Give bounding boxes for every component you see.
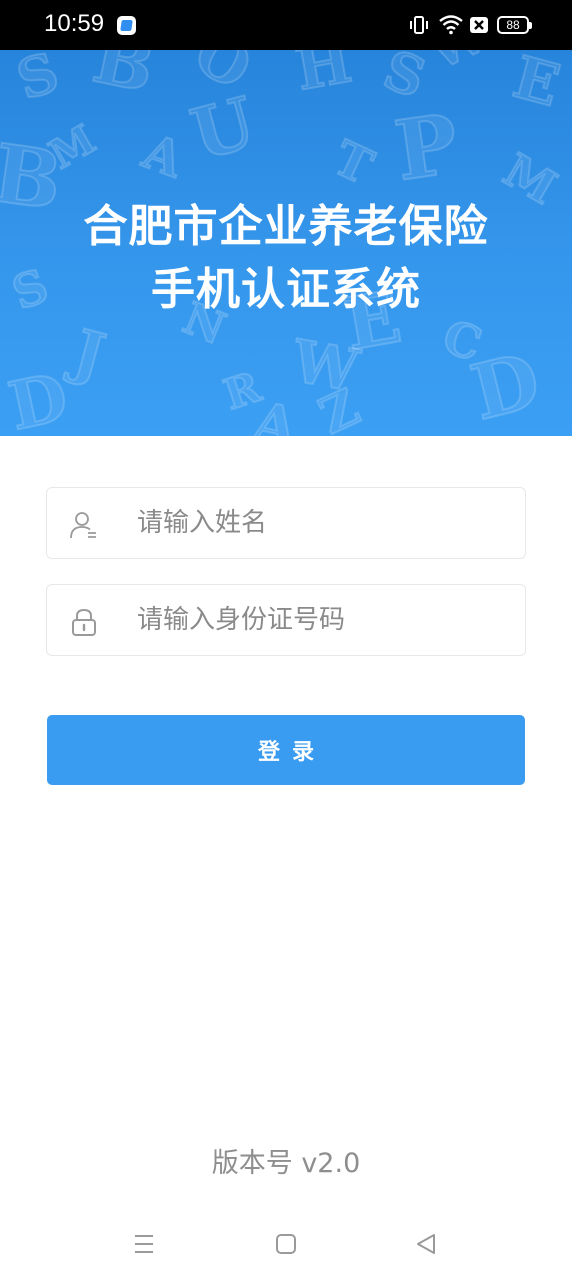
home-icon[interactable]: [274, 1232, 298, 1256]
svg-text:H: H: [291, 50, 357, 104]
svg-text:D: D: [2, 357, 74, 436]
status-bar: 10:59 88: [0, 0, 572, 50]
id-number-input[interactable]: [137, 585, 507, 655]
no-sim-icon: [470, 17, 488, 33]
menu-icon[interactable]: [131, 1232, 157, 1256]
svg-text:B: B: [86, 50, 161, 109]
svg-text:E: E: [506, 50, 566, 120]
svg-text:D: D: [463, 335, 548, 436]
lock-icon: [72, 608, 96, 636]
version-label: 版本号 v2.0: [211, 1148, 361, 1179]
header-banner: S B O H S W E B M A U T P M S J D N R W …: [0, 50, 572, 436]
svg-text:T: T: [325, 130, 381, 196]
user-icon: [70, 512, 96, 539]
app-notification-icon: [117, 16, 136, 35]
svg-text:U: U: [183, 80, 263, 176]
name-field-container[interactable]: [46, 487, 526, 559]
svg-text:S: S: [9, 50, 66, 112]
id-field-container[interactable]: [46, 584, 526, 656]
svg-text:A: A: [135, 123, 191, 189]
login-button[interactable]: 登录: [47, 715, 525, 785]
app-title-line-2: 手机认证系统: [151, 264, 421, 315]
svg-text:P: P: [389, 96, 463, 200]
status-time: 10:59: [44, 10, 105, 37]
battery-icon: 88: [497, 16, 532, 34]
wifi-icon: [439, 15, 463, 35]
name-input[interactable]: [137, 488, 507, 558]
app-title-line-1: 合肥市企业养老保险: [83, 201, 489, 252]
vibrate-icon: [410, 16, 428, 34]
svg-text:J: J: [61, 316, 111, 392]
back-icon[interactable]: [414, 1232, 438, 1256]
